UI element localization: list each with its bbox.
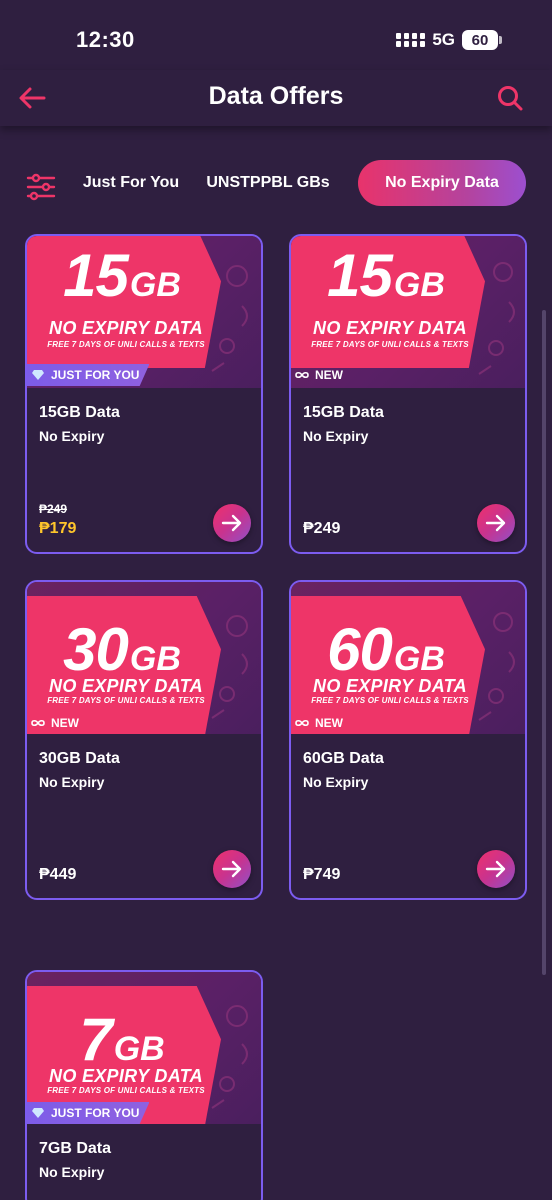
banner-subtitle: FREE 7 DAYS OF UNLI CALLS & TEXTS: [311, 340, 469, 349]
offer-card[interactable]: 60GB NO EXPIRY DATA FREE 7 DAYS OF UNLI …: [289, 580, 527, 900]
offer-banner: 30GB NO EXPIRY DATA FREE 7 DAYS OF UNLI …: [27, 582, 261, 734]
offer-name: 15GB Data: [303, 404, 384, 421]
banner-subtitle: FREE 7 DAYS OF UNLI CALLS & TEXTS: [47, 696, 205, 705]
status-bar: 12:30 5G 60: [0, 0, 552, 70]
tag-just-for-you: JUST FOR YOU: [27, 364, 150, 386]
network-type: 5G: [432, 30, 455, 49]
offer-go-button[interactable]: [213, 850, 251, 888]
offer-price: ₱179: [39, 520, 77, 537]
offer-card[interactable]: 30GB NO EXPIRY DATA FREE 7 DAYS OF UNLI …: [25, 580, 263, 900]
offer-banner: 15GB NO EXPIRY DATA FREE 7 DAYS OF UNLI …: [27, 236, 261, 388]
offer-price: ₱449: [39, 866, 77, 883]
tab-no-expiry-data[interactable]: No Expiry Data: [358, 160, 526, 206]
offer-validity: No Expiry: [39, 774, 105, 790]
banner-gb: 60GB: [327, 616, 445, 683]
arrow-right-icon: [221, 860, 242, 878]
tag-new: NEW: [291, 364, 353, 386]
banner-gb: 30GB: [63, 616, 181, 683]
offer-banner: 15GB NO EXPIRY DATA FREE 7 DAYS OF UNLI …: [291, 236, 525, 388]
banner-gb: 15GB: [327, 242, 445, 309]
tab-unstppbl-gbs[interactable]: UNSTPPBL GBs: [196, 160, 340, 206]
offer-name: 15GB Data: [39, 404, 120, 421]
banner-subtitle: FREE 7 DAYS OF UNLI CALLS & TEXTS: [47, 1086, 205, 1095]
offer-card[interactable]: 7GB NO EXPIRY DATA FREE 7 DAYS OF UNLI C…: [25, 970, 263, 1200]
sliders-icon: [26, 173, 56, 201]
tab-just-for-you[interactable]: Just For You: [74, 160, 188, 206]
infinity-icon: [295, 717, 309, 729]
banner-title: NO EXPIRY DATA: [313, 676, 467, 696]
tag-new: NEW: [291, 712, 353, 734]
offer-name: 7GB Data: [39, 1140, 112, 1157]
offer-banner: 7GB NO EXPIRY DATA FREE 7 DAYS OF UNLI C…: [27, 972, 261, 1124]
signal-icon: [396, 33, 426, 47]
banner-subtitle: FREE 7 DAYS OF UNLI CALLS & TEXTS: [47, 340, 205, 349]
infinity-icon: [31, 717, 45, 729]
search-button[interactable]: [492, 80, 528, 116]
banner-subtitle: FREE 7 DAYS OF UNLI CALLS & TEXTS: [311, 696, 469, 705]
banner-gb: 7GB: [79, 1006, 165, 1073]
offer-name: 30GB Data: [39, 750, 120, 767]
offer-banner: 60GB NO EXPIRY DATA FREE 7 DAYS OF UNLI …: [291, 582, 525, 734]
offer-price: ₱249: [303, 520, 341, 537]
filter-button[interactable]: [24, 170, 58, 204]
banner-title: NO EXPIRY DATA: [49, 1066, 203, 1086]
offer-validity: No Expiry: [303, 428, 369, 444]
offer-validity: No Expiry: [303, 774, 369, 790]
tag-new: NEW: [27, 712, 89, 734]
offer-go-button[interactable]: [477, 504, 515, 542]
scrollbar[interactable]: [542, 310, 546, 975]
infinity-icon: [295, 369, 309, 381]
arrow-right-icon: [485, 514, 506, 532]
offer-go-button[interactable]: [477, 850, 515, 888]
tag-just-for-you: JUST FOR YOU: [27, 1102, 150, 1124]
status-indicators: 5G 60: [396, 30, 502, 50]
banner-title: NO EXPIRY DATA: [49, 676, 203, 696]
diamond-icon: [31, 369, 45, 381]
offer-validity: No Expiry: [39, 1164, 105, 1180]
offer-name: 60GB Data: [303, 750, 384, 767]
battery-level: 60: [462, 30, 498, 50]
battery-icon: 60: [462, 30, 502, 50]
diamond-icon: [31, 1107, 45, 1119]
offer-validity: No Expiry: [39, 428, 105, 444]
screen: 12:30 5G 60 Data Offers Just For You UNS…: [0, 0, 552, 1200]
offer-card[interactable]: 15GB NO EXPIRY DATA FREE 7 DAYS OF UNLI …: [289, 234, 527, 554]
offer-price: ₱749: [303, 866, 341, 883]
page-title: Data Offers: [208, 82, 344, 110]
banner-gb: 15GB: [63, 242, 181, 309]
offer-go-button[interactable]: [213, 504, 251, 542]
filter-bar: Just For You UNSTPPBL GBs No Expiry Data: [0, 160, 552, 214]
status-time: 12:30: [76, 27, 135, 52]
offer-old-price: ₱249: [39, 502, 68, 516]
offer-card[interactable]: 15GB NO EXPIRY DATA FREE 7 DAYS OF UNLI …: [25, 234, 263, 554]
app-header: Data Offers: [0, 70, 552, 126]
banner-title: NO EXPIRY DATA: [313, 318, 467, 338]
search-icon: [498, 86, 523, 111]
banner-title: NO EXPIRY DATA: [49, 318, 203, 338]
arrow-right-icon: [221, 514, 242, 532]
arrow-right-icon: [485, 860, 506, 878]
